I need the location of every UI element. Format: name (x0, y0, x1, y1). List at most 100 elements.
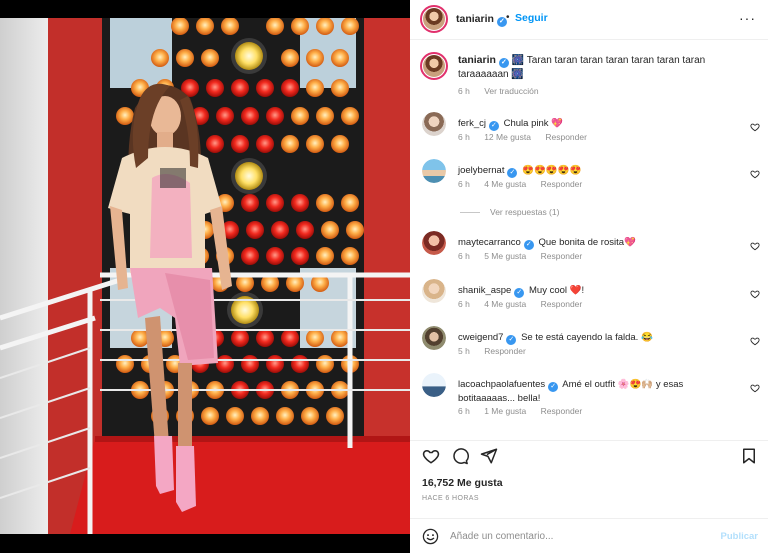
marquee-bulb (241, 107, 259, 125)
reply-button[interactable]: Responder (541, 179, 583, 189)
author-username[interactable]: taniarin ✓ (456, 13, 507, 27)
reply-button[interactable]: Responder (545, 132, 587, 142)
marquee-bulb (151, 49, 169, 67)
comment-time[interactable]: 6 h (458, 251, 470, 261)
caption-time[interactable]: 6 h (458, 86, 470, 96)
marquee-bulb (231, 135, 249, 153)
comment-time[interactable]: 6 h (458, 179, 470, 189)
comment-meta: 6 h 4 Me gusta Responder (458, 179, 594, 189)
emoji-smiley-icon[interactable] (422, 528, 439, 545)
comment-item: maytecarranco ✓ Que bonita de rosita💖 6 h… (410, 231, 768, 271)
marquee-bulb (201, 407, 219, 425)
like-comment-heart-icon[interactable] (750, 289, 760, 299)
marquee-bulb (271, 221, 289, 239)
post-actions: 16,752 Me gusta HACE 6 HORAS (410, 440, 768, 520)
commenter-username[interactable]: lacoachpaolafuentes ✓ (458, 379, 559, 392)
like-heart-icon[interactable] (422, 447, 440, 465)
marquee-bulb (291, 355, 309, 373)
marquee-bulb (216, 355, 234, 373)
comment-likes[interactable]: 5 Me gusta (484, 251, 526, 261)
marquee-bulb (301, 407, 319, 425)
comment-item: lacoachpaolafuentes ✓ Amé el outfit 🌸😍🙌🏼 … (410, 373, 768, 423)
commenter-username[interactable]: cweigend7 ✓ (458, 332, 517, 345)
commenter-avatar[interactable] (422, 373, 446, 397)
reply-button[interactable]: Responder (541, 406, 583, 416)
caption-meta: 6 h Ver traducción (458, 86, 551, 96)
marquee-bulb (276, 407, 294, 425)
comment-time[interactable]: 6 h (458, 299, 470, 309)
comment-meta: 5 h Responder (458, 346, 538, 356)
commenter-avatar[interactable] (422, 112, 446, 136)
marquee-bulb (331, 329, 349, 347)
commenter-avatar[interactable] (422, 159, 446, 183)
marquee-bulb (291, 194, 309, 212)
author-avatar[interactable] (420, 5, 448, 33)
verified-badge-icon: ✓ (488, 121, 499, 131)
comment-text-line: cweigend7 ✓ Se te está cayendo la falda. … (458, 331, 748, 345)
commenter-avatar[interactable] (422, 231, 446, 255)
marquee-bulb (256, 79, 274, 97)
post-timestamp[interactable]: HACE 6 HORAS (422, 495, 479, 502)
marquee-bulb (116, 355, 134, 373)
commenter-username[interactable]: joelybernat ✓ (458, 165, 518, 178)
comment-meta: 6 h 5 Me gusta Responder (458, 251, 594, 261)
comment-item: cweigend7 ✓ Se te está cayendo la falda. … (410, 326, 768, 366)
publish-button[interactable]: Publicar (721, 531, 759, 542)
marquee-bulb (316, 355, 334, 373)
marquee-bulb (226, 407, 244, 425)
reply-button[interactable]: Responder (484, 346, 526, 356)
comment-text-line: joelybernat ✓ 😍😍😍😍😍 (458, 164, 748, 178)
reply-button[interactable]: Responder (541, 299, 583, 309)
commenter-avatar[interactable] (422, 326, 446, 350)
comment-input[interactable] (450, 527, 710, 545)
comment-likes[interactable]: 4 Me gusta (484, 299, 526, 309)
comment-text: Que bonita de rosita💖 (538, 237, 636, 248)
follow-button[interactable]: Seguir (515, 12, 548, 24)
likes-count[interactable]: 16,752 Me gusta (422, 477, 503, 489)
like-comment-heart-icon[interactable] (750, 122, 760, 132)
post-photo[interactable] (0, 18, 410, 534)
comment-likes[interactable]: 1 Me gusta (484, 406, 526, 416)
marquee-bulb (316, 107, 334, 125)
like-comment-heart-icon[interactable] (750, 241, 760, 251)
comment-text: 😍😍😍😍😍 (522, 165, 582, 176)
comment-text: Chula pink 💖 (503, 118, 563, 129)
commenter-username[interactable]: maytecarranco ✓ (458, 237, 534, 250)
comment-likes[interactable]: 12 Me gusta (484, 132, 531, 142)
separator-dot: • (506, 12, 510, 23)
more-options-icon[interactable]: ··· (739, 10, 756, 26)
commenter-avatar[interactable] (422, 279, 446, 303)
post-details-panel: taniarin ✓ • Seguir ··· taniarin ✓ 🎆 Taran… (410, 0, 768, 553)
marquee-bulb (306, 79, 324, 97)
marquee-bulb (291, 107, 309, 125)
verified-badge-icon: ✓ (507, 168, 518, 178)
marquee-bulb (331, 135, 349, 153)
comment-bubble-icon[interactable] (451, 447, 469, 465)
marquee-bulb (206, 79, 224, 97)
like-comment-heart-icon[interactable] (750, 169, 760, 179)
comment-meta: 6 h 1 Me gusta Responder (458, 406, 594, 416)
comment-text-line: maytecarranco ✓ Que bonita de rosita💖 (458, 236, 748, 250)
marquee-bulb (306, 329, 324, 347)
caption-username[interactable]: taniarin ✓ (458, 54, 509, 68)
save-bookmark-icon[interactable] (740, 447, 758, 465)
marquee-bulb (306, 135, 324, 153)
marquee-bulb (251, 407, 269, 425)
share-paper-plane-icon[interactable] (480, 447, 498, 465)
comment-likes[interactable]: 4 Me gusta (484, 179, 526, 189)
marquee-bulb (326, 407, 344, 425)
reply-button[interactable]: Responder (541, 251, 583, 261)
comment-time[interactable]: 6 h (458, 132, 470, 142)
see-translation-link[interactable]: Ver traducción (484, 86, 538, 96)
comment-text-line: ferk_cj ✓ Chula pink 💖 (458, 117, 748, 131)
view-replies-button[interactable]: Ver respuestas (1) (460, 207, 559, 217)
marquee-bulb (341, 247, 359, 265)
commenter-username[interactable]: shanik_aspe ✓ (458, 285, 525, 298)
commenter-username[interactable]: ferk_cj ✓ (458, 118, 499, 131)
like-comment-heart-icon[interactable] (750, 336, 760, 346)
caption-author-avatar[interactable] (420, 52, 448, 80)
comment-time[interactable]: 5 h (458, 346, 470, 356)
like-comment-heart-icon[interactable] (750, 383, 760, 393)
marquee-bulb (306, 49, 324, 67)
comment-time[interactable]: 6 h (458, 406, 470, 416)
